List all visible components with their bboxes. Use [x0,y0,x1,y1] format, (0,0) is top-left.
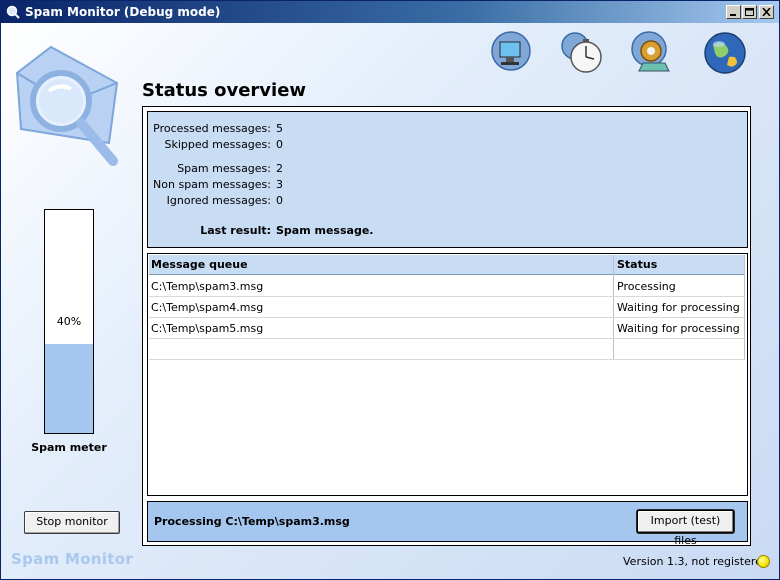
spam-meter-label: Spam meter [31,441,107,454]
version-label: Version 1.3, not registered [623,555,769,568]
message-queue-table[interactable]: Message queue Status C:\Temp\spam3.msg P… [147,253,748,496]
queue-status: Waiting for processing [617,322,740,335]
last-result-value: Spam message. [276,224,374,237]
clock-icon[interactable] [558,29,606,77]
monitor-icon[interactable] [487,29,535,77]
ignored-messages-value: 0 [276,194,283,207]
globe-icon[interactable] [701,29,749,77]
minimize-icon [730,14,736,16]
client-area: 40% Spam meter Stop monitor Spam Monitor… [1,23,779,579]
spam-messages-value: 2 [276,162,283,175]
skipped-messages-label: Skipped messages: [164,138,272,151]
spam-meter: 40% [44,209,94,434]
page-title: Status overview [142,80,307,101]
queue-file: C:\Temp\spam5.msg [151,322,264,335]
ignored-messages-label: Ignored messages: [166,194,271,207]
app-icon [6,5,20,19]
spam-messages-label: Spam messages: [177,162,271,175]
processed-messages-value: 5 [276,122,283,135]
status-panel: Processed messages: 5 Skipped messages: … [142,106,751,547]
column-header-message-queue[interactable]: Message queue [151,258,248,271]
maximize-icon [745,8,754,16]
processing-footer: Processing C:\Temp\spam3.msg Import (tes… [147,501,748,547]
minimize-button[interactable] [726,5,741,19]
processing-status: Processing C:\Temp\spam3.msg [154,515,350,528]
close-button[interactable] [759,5,774,19]
maximize-button[interactable] [742,5,757,19]
table-header: Message queue Status [149,255,745,275]
close-icon [762,8,771,16]
column-header-status[interactable]: Status [617,258,657,271]
non-spam-messages-value: 3 [276,178,283,191]
title-bar[interactable]: Spam Monitor (Debug mode) [1,1,779,23]
spam-meter-percent: 40% [56,315,82,328]
spam-monitor-logo-icon [15,45,119,166]
last-result-label: Last result: [200,224,271,237]
skipped-messages-value: 0 [276,138,283,151]
table-row[interactable]: C:\Temp\spam5.msg Waiting for processing [149,318,745,339]
spam-meter-fill [45,343,93,433]
non-spam-messages-label: Non spam messages: [153,178,271,191]
table-row-empty[interactable] [149,339,745,360]
status-indicator-icon [757,555,770,568]
app-window: Spam Monitor (Debug mode) 40% Spam meter… [0,0,780,580]
window-title: Spam Monitor (Debug mode) [25,5,221,19]
queue-file: C:\Temp\spam3.msg [151,280,264,293]
stats-box: Processed messages: 5 Skipped messages: … [147,111,748,248]
queue-status: Waiting for processing [617,301,740,314]
processed-messages-label: Processed messages: [153,122,271,135]
table-row[interactable]: C:\Temp\spam3.msg Processing [149,276,745,297]
queue-status: Processing [617,280,676,293]
settings-icon[interactable] [629,29,677,77]
queue-file: C:\Temp\spam4.msg [151,301,264,314]
import-test-files-button[interactable]: Import (test) files [637,510,734,547]
stop-monitor-button[interactable]: Stop monitor [24,511,120,534]
brand-label: Spam Monitor [11,550,134,568]
table-row[interactable]: C:\Temp\spam4.msg Waiting for processing [149,297,745,318]
